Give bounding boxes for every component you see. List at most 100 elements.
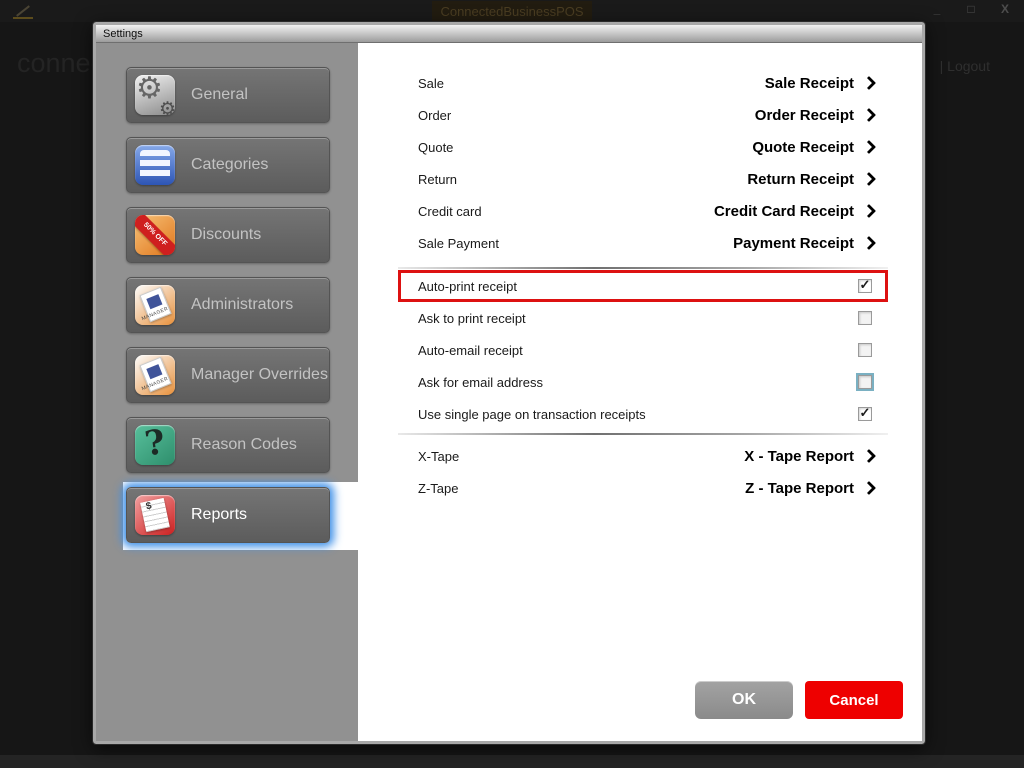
- tape-link-row[interactable]: Z-Tape Z - Tape Report: [398, 472, 888, 504]
- tape-report-name: Z - Tape Report: [745, 480, 854, 497]
- receipt-link-row[interactable]: Quote Quote Receipt: [398, 131, 888, 163]
- option-row: Auto-print receipt: [398, 270, 888, 302]
- app-title: ConnectedBusinessPOS: [440, 4, 583, 19]
- sidebar-item-label: Reason Codes: [191, 436, 297, 454]
- cancel-button[interactable]: Cancel: [805, 681, 903, 719]
- chevron-right-icon: [862, 449, 876, 463]
- option-label: Use single page on transaction receipts: [418, 407, 646, 422]
- sidebar-item-label: Discounts: [191, 226, 261, 244]
- receipt-link-value: Credit Card Receipt: [714, 203, 876, 220]
- receipt-template-name: Quote Receipt: [752, 139, 854, 156]
- settings-dialog-title: Settings: [103, 28, 143, 40]
- chevron-right-icon: [862, 140, 876, 154]
- dialog-buttons: OK Cancel: [695, 681, 903, 719]
- sidebar-item-button[interactable]: General: [126, 67, 330, 123]
- sidebar-item[interactable]: Categories: [126, 137, 330, 193]
- chevron-right-icon: [862, 108, 876, 122]
- maximize-button[interactable]: □: [964, 2, 978, 16]
- sidebar-item-label: General: [191, 86, 248, 104]
- app-title-container: ConnectedBusinessPOS: [432, 1, 592, 22]
- receipt-link-row[interactable]: Return Return Receipt: [398, 163, 888, 195]
- receipt-type-label: Order: [418, 108, 451, 123]
- tape-type-label: X-Tape: [418, 449, 459, 464]
- receipt-template-name: Return Receipt: [747, 171, 854, 188]
- close-button[interactable]: X: [998, 2, 1012, 16]
- option-label: Ask for email address: [418, 375, 543, 390]
- sidebar-item[interactable]: General: [126, 67, 330, 123]
- receipt-link-value: Quote Receipt: [752, 139, 876, 156]
- sidebar-item-label: Administrators: [191, 296, 293, 314]
- manager-badge-icon: [135, 355, 175, 395]
- categories-list-icon: [135, 145, 175, 185]
- sidebar-item[interactable]: Discounts: [126, 207, 330, 263]
- settings-dialog-titlebar[interactable]: Settings: [96, 25, 922, 43]
- sidebar-item-button[interactable]: Manager Overrides: [126, 347, 330, 403]
- receipt-template-name: Sale Receipt: [765, 75, 854, 92]
- option-checkbox[interactable]: [858, 375, 872, 389]
- tape-type-label: Z-Tape: [418, 481, 458, 496]
- receipt-template-name: Payment Receipt: [733, 235, 854, 252]
- window-controls: _ □ X: [930, 2, 1012, 16]
- receipt-type-label: Credit card: [418, 204, 482, 219]
- receipt-link-list: Sale Sale Receipt Order Order Receipt: [398, 67, 888, 259]
- sidebar-item[interactable]: Reports: [126, 487, 330, 543]
- gears-icon: [135, 75, 175, 115]
- option-checkbox[interactable]: [858, 311, 872, 325]
- receipt-link-value: Order Receipt: [755, 107, 876, 124]
- option-label: Ask to print receipt: [418, 311, 526, 326]
- tape-report-name: X - Tape Report: [744, 448, 854, 465]
- ok-button[interactable]: OK: [695, 681, 793, 719]
- receipt-type-label: Return: [418, 172, 457, 187]
- option-label: Auto-email receipt: [418, 343, 523, 358]
- chevron-right-icon: [862, 481, 876, 495]
- settings-sidebar: General Categories Discounts: [96, 43, 358, 741]
- receipt-link-row[interactable]: Order Order Receipt: [398, 99, 888, 131]
- option-checkbox[interactable]: [858, 343, 872, 357]
- receipt-link-value: Payment Receipt: [733, 235, 876, 252]
- receipt-type-label: Quote: [418, 140, 453, 155]
- receipt-type-label: Sale: [418, 76, 444, 91]
- sidebar-item[interactable]: Manager Overrides: [126, 347, 330, 403]
- receipt-template-name: Credit Card Receipt: [714, 203, 854, 220]
- tape-link-row[interactable]: X-Tape X - Tape Report: [398, 440, 888, 472]
- receipt-link-row[interactable]: Credit card Credit Card Receipt: [398, 195, 888, 227]
- option-row: Ask for email address: [398, 366, 888, 398]
- sidebar-item-button[interactable]: Discounts: [126, 207, 330, 263]
- receipt-link-row[interactable]: Sale Payment Payment Receipt: [398, 227, 888, 259]
- tape-link-list: X-Tape X - Tape Report Z-Tape Z - Tape R…: [398, 440, 888, 504]
- sidebar-item[interactable]: Administrators: [126, 277, 330, 333]
- sidebar-item[interactable]: Reason Codes: [126, 417, 330, 473]
- sidebar-item-label: Categories: [191, 156, 268, 174]
- discount-tag-icon: [135, 215, 175, 255]
- chevron-right-icon: [862, 204, 876, 218]
- bottom-strip: [0, 755, 1024, 768]
- sidebar-item-button[interactable]: Reason Codes: [126, 417, 330, 473]
- receipt-link-row[interactable]: Sale Sale Receipt: [398, 67, 888, 99]
- sidebar-item-button[interactable]: Categories: [126, 137, 330, 193]
- option-checkbox[interactable]: [858, 407, 872, 421]
- sidebar-item-label: Reports: [191, 506, 247, 524]
- app-logo-icon: [12, 3, 34, 19]
- sidebar-item-button[interactable]: Reports: [126, 487, 330, 543]
- logout-link[interactable]: | Logout: [940, 58, 990, 74]
- chevron-right-icon: [862, 76, 876, 90]
- tape-link-value: Z - Tape Report: [745, 480, 876, 497]
- sidebar-item-label: Manager Overrides: [191, 366, 328, 384]
- settings-nav: General Categories Discounts: [96, 43, 358, 543]
- section-divider: [398, 433, 888, 435]
- question-mark-icon: [135, 425, 175, 465]
- receipt-template-name: Order Receipt: [755, 107, 854, 124]
- settings-dialog: Settings General Categories: [93, 22, 925, 744]
- reports-settings-content: Sale Sale Receipt Order Order Receipt: [398, 43, 888, 504]
- option-checkbox[interactable]: [858, 279, 872, 293]
- reports-settings-panel: Sale Sale Receipt Order Order Receipt: [358, 43, 922, 741]
- receipt-type-label: Sale Payment: [418, 236, 499, 251]
- option-label: Auto-print receipt: [418, 279, 517, 294]
- option-row: Use single page on transaction receipts: [398, 398, 888, 430]
- receipt-link-value: Return Receipt: [747, 171, 876, 188]
- minimize-button[interactable]: _: [930, 2, 944, 16]
- receipt-option-list: Auto-print receipt Ask to print receipt …: [398, 270, 888, 430]
- receipt-icon: [135, 495, 175, 535]
- tape-link-value: X - Tape Report: [744, 448, 876, 465]
- sidebar-item-button[interactable]: Administrators: [126, 277, 330, 333]
